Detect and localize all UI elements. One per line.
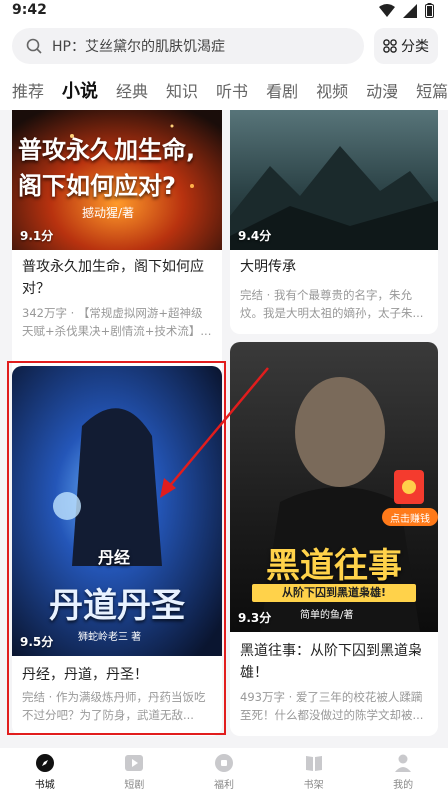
gift-icon [214, 753, 233, 772]
tab-audiobook[interactable]: 听书 [216, 78, 248, 102]
cover-author: 狮蛇岭老三 著 [78, 632, 142, 643]
search-placeholder: HP：艾丝黛尔的肌肤饥渴症 [52, 39, 225, 55]
cover-author: 撼动猩/著 [82, 206, 135, 220]
tab-short[interactable]: 短篇 [416, 78, 448, 102]
nav-bookstore[interactable]: 书城 [0, 748, 90, 795]
book-icon [305, 755, 322, 771]
book-cover: 丹经 丹道丹圣 狮蛇岭老三 著 9.5分 [12, 366, 222, 656]
nav-profile[interactable]: 我的 [358, 748, 448, 795]
tab-classic[interactable]: 经典 [116, 78, 148, 102]
book-card[interactable]: 黑道往事 从阶下囚到黑道枭雄! 简单的鱼/著 9.3分 黑道往事：从阶下囚到黑道… [230, 342, 438, 736]
tab-anime[interactable]: 动漫 [366, 78, 398, 102]
book-desc: 342万字 · 【常规虚拟网游+超神级天赋+杀伐果决+剧情流+技术流】... [22, 306, 212, 338]
cover-subtitle: 从阶下囚到黑道枭雄! [252, 584, 416, 602]
book-cover: 普攻永久加生命, 阁下如何应对? 撼动猩/著 9.1分 [12, 110, 222, 250]
search-input[interactable]: HP：艾丝黛尔的肌肤饥渴症 [12, 28, 364, 64]
cover-title-line1: 普攻永久加生命, [18, 136, 196, 164]
signal-icon [403, 3, 417, 18]
cover-author: 简单的鱼/著 [300, 610, 354, 621]
nav-bookshelf[interactable]: 书架 [269, 748, 359, 795]
book-card[interactable]: 9.4分 大明传承 完结 · 我有个最尊贵的名字，朱允炆。我是大明太祖的嫡孙，太… [230, 110, 438, 334]
red-packet-label: 点击赚钱 [382, 508, 438, 526]
category-button[interactable]: 分类 [374, 28, 438, 64]
wifi-icon [379, 3, 395, 17]
tab-novel[interactable]: 小说 [62, 77, 98, 103]
coin-icon [402, 480, 416, 494]
play-icon [125, 754, 144, 771]
grid-icon [383, 39, 397, 53]
nav-label: 福利 [213, 779, 234, 791]
search-icon [26, 38, 42, 54]
nav-short-drama[interactable]: 短剧 [90, 748, 180, 795]
book-score: 9.4分 [238, 229, 272, 243]
book-feed: 普攻永久加生命, 阁下如何应对? 撼动猩/著 9.1分 普攻永久加生命，阁下如何… [0, 110, 448, 748]
book-score: 9.1分 [20, 229, 54, 243]
tab-recommend[interactable]: 推荐 [12, 78, 44, 102]
cover-title-small: 丹经 [97, 548, 130, 567]
nav-label: 书架 [303, 779, 324, 791]
book-score: 9.5分 [20, 635, 54, 649]
book-title: 大明传承 [240, 259, 296, 275]
tab-drama[interactable]: 看剧 [266, 78, 298, 102]
tab-knowledge[interactable]: 知识 [166, 78, 198, 102]
book-cover: 9.4分 [230, 110, 438, 250]
book-desc: 完结 · 我有个最尊贵的名字，朱允炆。我是大明太祖的嫡孙，太子朱... [240, 288, 424, 320]
book-desc: 493万字 · 爱了三年的校花被人蹂躏至死！什么都没做过的陈学文却被... [240, 690, 424, 722]
nav-welfare[interactable]: 福利 [179, 748, 269, 795]
nav-label: 我的 [393, 779, 414, 791]
red-packet-button[interactable]: 点击赚钱 [380, 470, 440, 526]
battery-icon [425, 3, 434, 18]
status-time: 9:42 [12, 2, 47, 18]
book-title: 普攻永久加生命，阁下如何应对？ [22, 259, 204, 297]
category-tabs: 推荐 小说 经典 知识 听书 看剧 视频 动漫 短篇 [0, 70, 448, 110]
book-title: 黑道往事：从阶下囚到黑道枭雄！ [240, 643, 422, 681]
book-score: 9.3分 [238, 611, 272, 625]
nav-label: 书城 [34, 779, 55, 791]
category-label: 分类 [401, 39, 429, 55]
cover-title-big: 丹道丹圣 [49, 586, 185, 626]
cover-title-big: 黑道往事 [266, 546, 402, 586]
compass-icon [35, 753, 54, 772]
nav-label: 短剧 [124, 779, 145, 791]
book-card[interactable]: 丹经 丹道丹圣 狮蛇岭老三 著 9.5分 丹经，丹道，丹圣！ 完结 · 作为满级… [12, 366, 222, 736]
user-icon [395, 754, 412, 772]
book-desc: 完结 · 作为满级炼丹师，丹药当饭吃不过分吧？为了防身，武道无敌... [22, 690, 206, 722]
status-bar: 9:42 [0, 0, 448, 24]
cover-title-line2: 阁下如何应对? [18, 172, 176, 200]
tab-video[interactable]: 视频 [316, 78, 348, 102]
search-row: HP：艾丝黛尔的肌肤饥渴症 分类 [0, 24, 448, 70]
bottom-nav: 书城 短剧 福利 书架 我的 [0, 748, 448, 795]
book-title: 丹经，丹道，丹圣！ [22, 667, 148, 683]
status-icons [379, 3, 434, 18]
